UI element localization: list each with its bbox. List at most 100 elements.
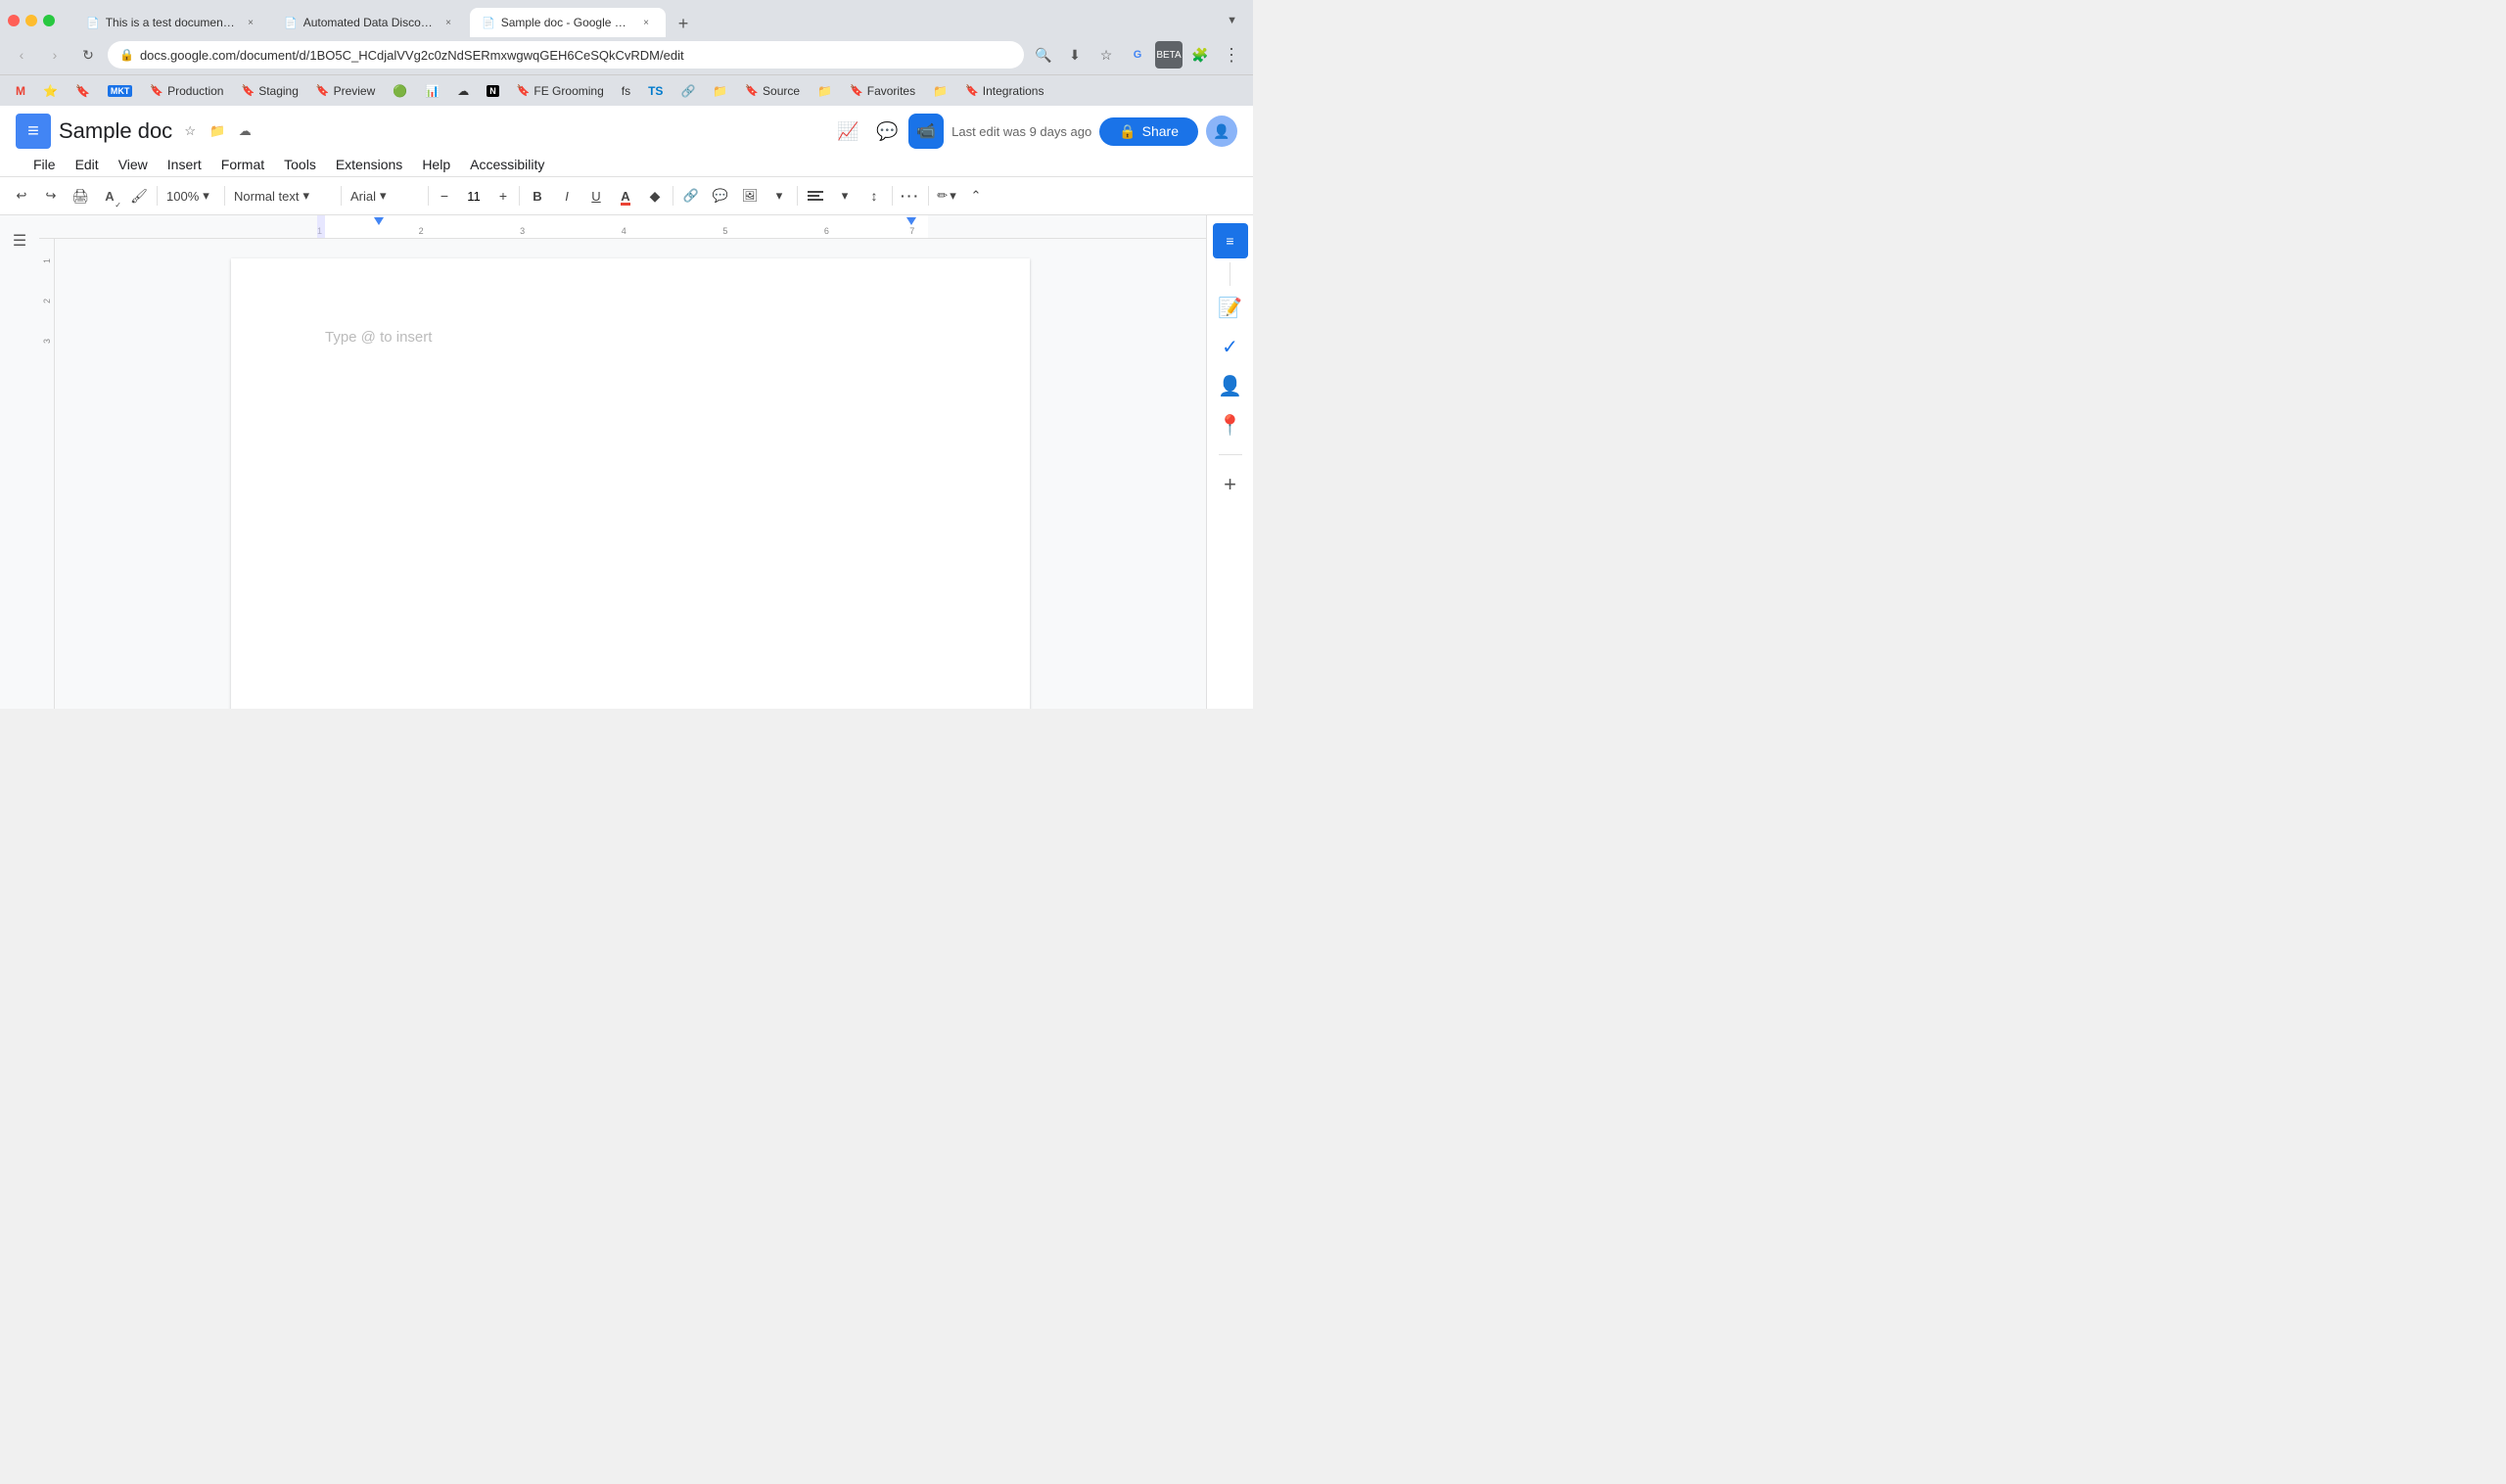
tab-1[interactable]: 📄 This is a test document | Selec... × [74,8,270,37]
url-bar[interactable]: 🔒 docs.google.com/document/d/1BO5C_HCdja… [108,41,1024,69]
share-button[interactable]: 🔒 Share [1099,117,1198,146]
menu-format[interactable]: Format [211,153,274,176]
bookmark-cloud[interactable]: ☁ [449,82,477,100]
notes-sidebar-icon[interactable]: 📝 [1213,290,1248,325]
menu-view[interactable]: View [109,153,158,176]
back-button[interactable]: ‹ [8,41,35,69]
tab-2-close[interactable]: × [441,15,456,30]
tasks-sidebar-icon[interactable]: ✓ [1213,329,1248,364]
user-avatar[interactable]: 👤 [1206,116,1237,147]
menu-tools[interactable]: Tools [274,153,326,176]
menu-insert[interactable]: Insert [158,153,211,176]
more-options-button[interactable]: ··· [897,180,924,211]
search-button[interactable]: 🔍 [1030,41,1057,69]
format-paint-button[interactable]: 🖌 [125,180,153,211]
bookmark-mkt[interactable]: MKT [100,83,141,99]
forward-button[interactable]: › [41,41,69,69]
maps-sidebar-icon[interactable]: 📍 [1213,407,1248,442]
bookmark-circle[interactable]: 🟢 [385,82,415,100]
contacts-sidebar-icon[interactable]: 👤 [1213,368,1248,403]
right-indent-marker[interactable] [906,217,916,225]
bookmark-fe-grooming[interactable]: 🔖 FE Grooming [509,82,612,100]
comment-button[interactable]: 💬 [707,180,734,211]
image-dropdown[interactable]: ▾ [766,180,793,211]
bookmark-folder2[interactable]: 📁 [810,82,840,100]
menu-edit[interactable]: Edit [66,153,109,176]
maximize-button[interactable] [43,15,55,26]
bookmark-link[interactable]: 🔗 [673,82,703,100]
font-size-decrease[interactable]: − [433,184,456,208]
font-color-button[interactable]: A [612,180,639,211]
redo-button[interactable]: ↪ [37,180,65,211]
link-button[interactable]: 🔗 [677,180,705,211]
bookmark-production[interactable]: 🔖 Production [142,82,231,100]
bookmark-preview[interactable]: 🔖 Preview [308,82,383,100]
line-spacing-button[interactable]: ↕ [860,180,888,211]
profile-menu[interactable]: ▼ [1227,15,1237,26]
align-button[interactable] [802,180,829,211]
style-select[interactable]: Normal text ▾ [229,182,337,209]
menu-extensions[interactable]: Extensions [326,153,412,176]
refresh-button[interactable]: ↻ [74,41,102,69]
close-button[interactable] [8,15,20,26]
spell-check-button[interactable]: A ✓ [96,180,123,211]
doc-content[interactable]: Type @ to insert [325,329,936,709]
bookmark-n[interactable]: N [479,83,507,99]
doc-placeholder[interactable]: Type @ to insert [325,329,432,346]
highlight-button[interactable]: ◆ [641,180,669,211]
tab-2[interactable]: 📄 Automated Data Discovery | Fi... × [272,8,468,37]
menu-accessibility[interactable]: Accessibility [460,153,554,176]
sheets-sidebar-icon[interactable]: ≡ [1213,223,1248,258]
bookmark-favorites[interactable]: 🔖 Favorites [842,82,923,100]
collapse-toolbar-button[interactable]: ⌃ [962,180,990,211]
zoom-dropdown-icon: ▾ [203,188,209,204]
font-size-increase[interactable]: + [491,184,515,208]
bold-button[interactable]: B [524,180,551,211]
tab-3-close[interactable]: × [638,15,654,30]
menu-file[interactable]: File [23,153,66,176]
font-select[interactable]: Arial ▾ [346,182,424,209]
puzzle-button[interactable]: 🧩 [1186,41,1214,69]
left-indent-marker[interactable] [374,217,384,225]
bookmark-staging[interactable]: 🔖 Staging [233,82,305,100]
comments-icon[interactable]: 💬 [869,114,905,149]
bookmark-folder3[interactable]: 📁 [925,82,955,100]
bookmark-ts[interactable]: TS [640,82,671,100]
bookmark-star[interactable]: ⭐ [35,82,66,100]
cloud-save-icon[interactable]: ☁ [235,121,255,141]
canvas-scroll[interactable]: Type @ to insert [55,239,1206,709]
editing-mode-button[interactable]: ✏ ▾ [933,180,960,211]
underline-button[interactable]: U [582,180,610,211]
menu-help[interactable]: Help [412,153,460,176]
downloads-button[interactable]: ⬇ [1061,41,1089,69]
font-size-value[interactable]: 11 [458,189,489,204]
undo-button[interactable]: ↩ [8,180,35,211]
outline-icon[interactable]: ☰ [6,227,33,255]
bookmark-source[interactable]: 🔖 Source [737,82,808,100]
trending-icon[interactable]: 📈 [830,114,865,149]
bookmark-integrations[interactable]: 🔖 Integrations [957,82,1051,100]
meet-icon[interactable]: 📹 [908,114,944,149]
move-to-folder-icon[interactable]: 📁 [208,121,227,141]
bookmark-gmail[interactable]: M [8,82,33,100]
doc-page[interactable]: Type @ to insert [231,258,1030,709]
tab-1-close[interactable]: × [243,15,258,30]
italic-button[interactable]: I [553,180,580,211]
print-button[interactable]: 🖨 [67,180,94,211]
star-icon[interactable]: ☆ [180,121,200,141]
tab-3[interactable]: 📄 Sample doc - Google Docs × [470,8,666,37]
minimize-button[interactable] [25,15,37,26]
bookmark-fs[interactable]: fs [614,82,638,100]
bookmark-icon3[interactable]: 🔖 [68,82,98,100]
more-button[interactable]: ⋮ [1218,41,1245,69]
bookmark-button[interactable]: ☆ [1092,41,1120,69]
add-sidebar-button[interactable]: + [1213,467,1248,502]
align-dropdown[interactable]: ▾ [831,180,859,211]
bookmark-folder1[interactable]: 📁 [705,82,735,100]
zoom-select[interactable]: 100% ▾ [162,182,220,209]
image-button[interactable]: 🖼 [736,180,764,211]
bookmark-sheets[interactable]: 📊 [417,82,447,100]
extensions-button[interactable]: BETA [1155,41,1183,69]
profile-button[interactable]: G [1124,41,1151,69]
new-tab-button[interactable]: + [670,10,697,37]
